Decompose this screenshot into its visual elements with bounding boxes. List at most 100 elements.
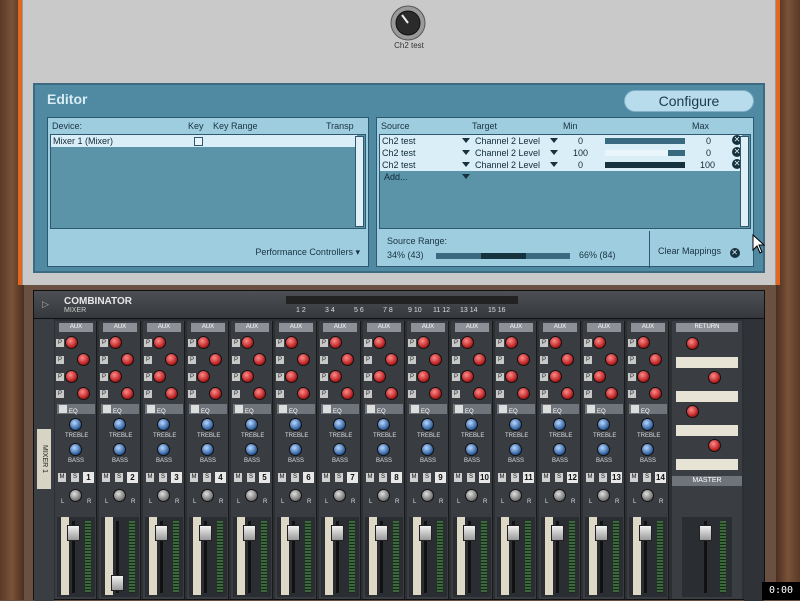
aux-send-knob[interactable] bbox=[605, 387, 618, 400]
pre-button[interactable]: P bbox=[232, 390, 240, 398]
channel-fader[interactable] bbox=[155, 525, 168, 541]
pre-button[interactable]: P bbox=[188, 373, 196, 381]
aux-send-knob[interactable] bbox=[341, 353, 354, 366]
pre-button[interactable]: P bbox=[364, 356, 372, 364]
mapping-row[interactable]: Ch2 test Channel 2 Level 0 0 ✕ bbox=[380, 135, 742, 147]
clear-mappings-button[interactable]: Clear Mappings ✕ bbox=[658, 246, 740, 258]
source-range-slider[interactable] bbox=[436, 253, 570, 259]
aux-send-knob[interactable] bbox=[649, 353, 662, 366]
aux-send-knob[interactable] bbox=[505, 370, 518, 383]
aux-send-knob[interactable] bbox=[417, 336, 430, 349]
mapping-list[interactable]: Ch2 test Channel 2 Level 0 0 ✕ Ch2 test … bbox=[379, 134, 751, 229]
pre-button[interactable]: P bbox=[584, 390, 592, 398]
solo-button[interactable]: S bbox=[115, 473, 123, 482]
aux-send-knob[interactable] bbox=[153, 370, 166, 383]
aux-send-knob[interactable] bbox=[197, 370, 210, 383]
channel-fader[interactable] bbox=[287, 525, 300, 541]
aux-send-knob[interactable] bbox=[77, 353, 90, 366]
bass-knob[interactable] bbox=[245, 443, 258, 456]
aux-send-knob[interactable] bbox=[153, 336, 166, 349]
pre-button[interactable]: P bbox=[496, 339, 504, 347]
aux-send-knob[interactable] bbox=[65, 336, 78, 349]
aux-send-knob[interactable] bbox=[329, 370, 342, 383]
pre-button[interactable]: P bbox=[100, 373, 108, 381]
channel-fader[interactable] bbox=[463, 525, 476, 541]
bass-knob[interactable] bbox=[465, 443, 478, 456]
solo-button[interactable]: S bbox=[159, 473, 167, 482]
aux-send-knob[interactable] bbox=[549, 336, 562, 349]
pan-knob[interactable] bbox=[289, 489, 302, 502]
pan-knob[interactable] bbox=[333, 489, 346, 502]
pre-button[interactable]: P bbox=[320, 373, 328, 381]
bass-knob[interactable] bbox=[289, 443, 302, 456]
pre-button[interactable]: P bbox=[232, 356, 240, 364]
aux-send-knob[interactable] bbox=[121, 387, 134, 400]
pan-knob[interactable] bbox=[509, 489, 522, 502]
performance-controllers-dropdown[interactable]: Performance Controllers ▾ bbox=[255, 247, 360, 258]
mapping-max[interactable]: 100 bbox=[700, 159, 715, 171]
pre-button[interactable]: P bbox=[100, 356, 108, 364]
bass-knob[interactable] bbox=[377, 443, 390, 456]
channel-fader[interactable] bbox=[243, 525, 256, 541]
aux-send-knob[interactable] bbox=[241, 336, 254, 349]
add-mapping[interactable]: Add... bbox=[384, 171, 408, 183]
aux-send-knob[interactable] bbox=[517, 387, 530, 400]
aux-send-knob[interactable] bbox=[593, 336, 606, 349]
master-fader[interactable] bbox=[699, 525, 712, 541]
aux-send-knob[interactable] bbox=[649, 387, 662, 400]
aux-send-knob[interactable] bbox=[109, 336, 122, 349]
mapping-max[interactable]: 0 bbox=[706, 147, 711, 159]
aux-send-knob[interactable] bbox=[209, 387, 222, 400]
pan-knob[interactable] bbox=[465, 489, 478, 502]
aux-send-knob[interactable] bbox=[373, 336, 386, 349]
pan-knob[interactable] bbox=[157, 489, 170, 502]
channel-fader[interactable] bbox=[67, 525, 80, 541]
channel-fader[interactable] bbox=[199, 525, 212, 541]
aux-send-knob[interactable] bbox=[121, 353, 134, 366]
aux-send-knob[interactable] bbox=[285, 370, 298, 383]
device-list[interactable]: Mixer 1 (Mixer) bbox=[50, 134, 366, 229]
mapping-range-slider[interactable] bbox=[605, 162, 685, 168]
device-row[interactable]: Mixer 1 (Mixer) bbox=[51, 135, 357, 147]
pre-button[interactable]: P bbox=[408, 356, 416, 364]
pre-button[interactable]: P bbox=[628, 356, 636, 364]
aux-send-knob[interactable] bbox=[473, 387, 486, 400]
aux-send-knob[interactable] bbox=[473, 353, 486, 366]
mapping-target[interactable]: Channel 2 Level bbox=[475, 159, 540, 171]
mapping-max[interactable]: 0 bbox=[706, 135, 711, 147]
pre-button[interactable]: P bbox=[276, 390, 284, 398]
aux-send-knob[interactable] bbox=[637, 336, 650, 349]
pre-button[interactable]: P bbox=[320, 339, 328, 347]
solo-button[interactable]: S bbox=[599, 473, 607, 482]
mute-button[interactable]: M bbox=[410, 473, 418, 482]
bass-knob[interactable] bbox=[157, 443, 170, 456]
aux-send-knob[interactable] bbox=[593, 370, 606, 383]
mute-button[interactable]: M bbox=[366, 473, 374, 482]
mapping-range-slider[interactable] bbox=[605, 150, 685, 156]
pre-button[interactable]: P bbox=[408, 339, 416, 347]
pre-button[interactable]: P bbox=[320, 356, 328, 364]
mute-button[interactable]: M bbox=[102, 473, 110, 482]
channel-fader[interactable] bbox=[595, 525, 608, 541]
pre-button[interactable]: P bbox=[584, 339, 592, 347]
pre-button[interactable]: P bbox=[540, 373, 548, 381]
pan-knob[interactable] bbox=[553, 489, 566, 502]
solo-button[interactable]: S bbox=[423, 473, 431, 482]
aux-send-knob[interactable] bbox=[209, 353, 222, 366]
pre-button[interactable]: P bbox=[584, 373, 592, 381]
mute-button[interactable]: M bbox=[234, 473, 242, 482]
pre-button[interactable]: P bbox=[452, 390, 460, 398]
treble-knob[interactable] bbox=[421, 418, 434, 431]
treble-knob[interactable] bbox=[245, 418, 258, 431]
pre-button[interactable]: P bbox=[232, 339, 240, 347]
aux-send-knob[interactable] bbox=[197, 336, 210, 349]
treble-knob[interactable] bbox=[69, 418, 82, 431]
mute-button[interactable]: M bbox=[498, 473, 506, 482]
aux-send-knob[interactable] bbox=[637, 370, 650, 383]
pre-button[interactable]: P bbox=[320, 390, 328, 398]
rotary-knob[interactable] bbox=[388, 3, 428, 43]
mapping-row[interactable]: Ch2 test Channel 2 Level 100 0 ✕ bbox=[380, 147, 742, 159]
pre-button[interactable]: P bbox=[364, 373, 372, 381]
pre-button[interactable]: P bbox=[628, 339, 636, 347]
pre-button[interactable]: P bbox=[56, 390, 64, 398]
